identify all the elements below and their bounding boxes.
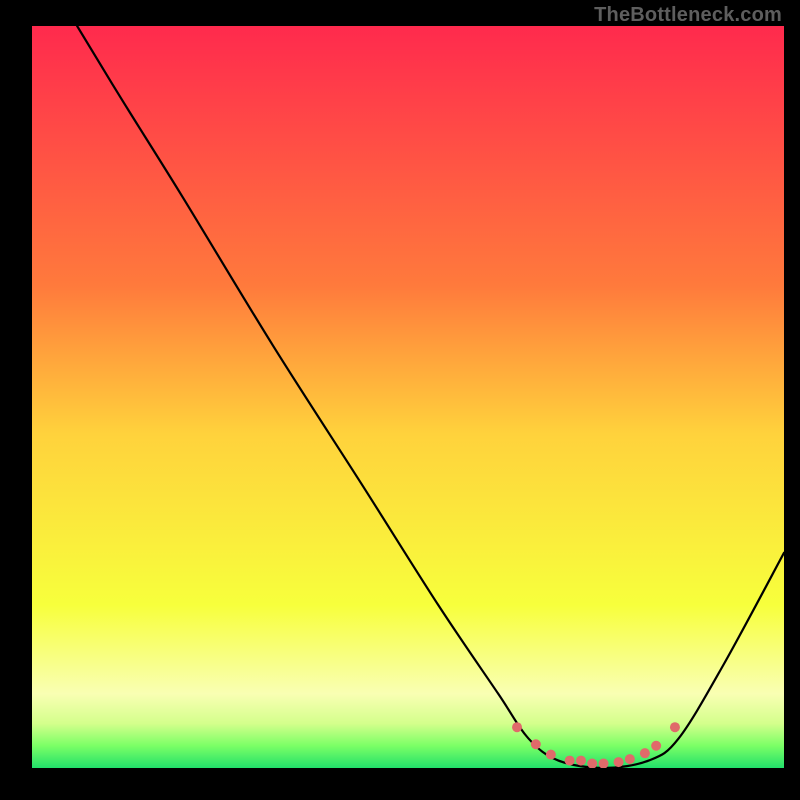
marker-point	[625, 754, 635, 764]
marker-point	[512, 722, 522, 732]
watermark-text: TheBottleneck.com	[594, 4, 782, 27]
marker-point	[546, 750, 556, 760]
marker-point	[670, 722, 680, 732]
marker-point	[651, 741, 661, 751]
chart-svg	[32, 26, 784, 768]
marker-point	[576, 756, 586, 766]
marker-point	[565, 756, 575, 766]
marker-point	[640, 748, 650, 758]
chart-frame	[16, 26, 784, 784]
plot-area	[32, 26, 784, 768]
marker-point	[531, 739, 541, 749]
marker-point	[614, 757, 624, 767]
